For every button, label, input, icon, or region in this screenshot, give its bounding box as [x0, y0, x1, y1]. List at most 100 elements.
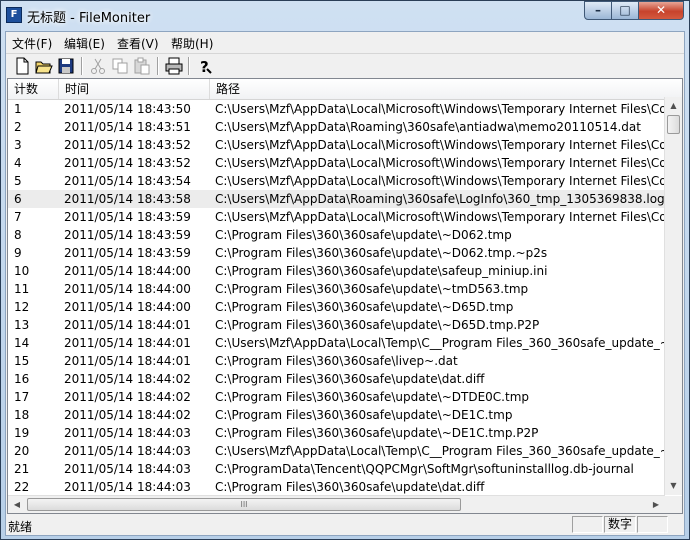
scroll-left-icon[interactable]: ◀ — [10, 497, 24, 512]
title-bar[interactable]: F 无标题 - FileMoniter – □ ✕ — [1, 1, 689, 30]
cell-index: 10 — [14, 264, 30, 278]
vertical-scrollbar[interactable]: ▲ ▼ — [664, 97, 682, 495]
table-row[interactable]: 14 2011/05/14 18:44:01 C:\Users\Mzf\AppDat… — [8, 334, 670, 352]
horizontal-scroll-thumb[interactable]: III — [27, 498, 461, 511]
table-row[interactable]: 4 2011/05/14 18:43:52 C:\Users\Mzf\AppData… — [8, 154, 670, 172]
cell-time: 2011/05/14 18:43:51 — [64, 120, 191, 134]
scroll-down-icon[interactable]: ▼ — [666, 478, 681, 494]
cell-index: 17 — [14, 390, 30, 404]
close-button[interactable]: ✕ — [638, 1, 684, 20]
vertical-scroll-thumb[interactable] — [667, 115, 680, 134]
table-row[interactable]: 16 2011/05/14 18:44:02 C:\Program Files\36… — [8, 370, 668, 388]
table-row[interactable]: 18 2011/05/14 18:44:02 C:\Program Files\36… — [8, 406, 668, 424]
maximize-button[interactable]: □ — [611, 1, 639, 20]
column-header-time[interactable]: 时间 — [59, 79, 210, 99]
list-header: 计数 时间 路径 — [8, 79, 682, 100]
cell-time: 2011/05/14 18:44:00 — [64, 282, 191, 296]
cell-index: 12 — [14, 300, 30, 314]
scroll-up-icon[interactable]: ▲ — [666, 98, 681, 114]
table-row[interactable]: 15 2011/05/14 18:44:01 C:\Program Files\36… — [8, 352, 668, 370]
app-icon[interactable]: F — [6, 7, 22, 23]
table-row[interactable]: 6 2011/05/14 18:43:58 C:\Users\Mzf\AppData… — [8, 190, 668, 208]
cell-time: 2011/05/14 18:44:02 — [64, 408, 191, 422]
cell-path: C:\Program Files\360\360safe\update\~DE1… — [215, 426, 539, 440]
cell-index: 11 — [14, 282, 30, 296]
table-row[interactable]: 11 2011/05/14 18:44:00 C:\Program Files\36… — [8, 280, 668, 298]
menu-file[interactable]: 文件(F) — [12, 35, 52, 52]
print-icon[interactable] — [164, 56, 184, 76]
cell-index: 20 — [14, 444, 30, 458]
table-row[interactable]: 8 2011/05/14 18:43:59 C:\Program Files\360… — [8, 226, 668, 244]
cell-index: 7 — [14, 210, 22, 224]
open-folder-icon[interactable] — [34, 56, 54, 76]
table-row[interactable]: 13 2011/05/14 18:44:01 C:\Program Files\36… — [8, 316, 668, 334]
cell-path: C:\Users\Mzf\AppData\Local\Microsoft\Win… — [215, 102, 670, 116]
table-row[interactable]: 2 2011/05/14 18:43:51 C:\Users\Mzf\AppData… — [8, 118, 668, 136]
list-rows: 1 2011/05/14 18:43:50 C:\Users\Mzf\AppData… — [8, 100, 670, 496]
new-file-icon[interactable] — [12, 56, 32, 76]
table-row[interactable]: 17 2011/05/14 18:44:02 C:\Program Files\36… — [8, 388, 668, 406]
cell-path: C:\Users\Mzf\AppData\Local\Microsoft\Win… — [215, 156, 670, 170]
table-row[interactable]: 20 2011/05/14 18:44:03 C:\Users\Mzf\AppDat… — [8, 442, 670, 460]
cell-time: 2011/05/14 18:44:00 — [64, 300, 191, 314]
cell-path: C:\Program Files\360\360safe\livep~.dat — [215, 354, 458, 368]
cell-index: 19 — [14, 426, 30, 440]
cell-time: 2011/05/14 18:44:03 — [64, 480, 191, 494]
menu-edit[interactable]: 编辑(E) — [64, 35, 105, 52]
cell-time: 2011/05/14 18:43:59 — [64, 228, 191, 242]
table-row[interactable]: 7 2011/05/14 18:43:59 C:\Users\Mzf\AppData… — [8, 208, 670, 226]
scrollbar-corner — [665, 496, 682, 513]
paste-icon[interactable] — [132, 56, 152, 76]
menu-help[interactable]: 帮助(H) — [171, 35, 213, 52]
table-row[interactable]: 3 2011/05/14 18:43:52 C:\Users\Mzf\AppData… — [8, 136, 670, 154]
table-row[interactable]: 12 2011/05/14 18:44:00 C:\Program Files\36… — [8, 298, 668, 316]
cell-time: 2011/05/14 18:43:59 — [64, 246, 191, 260]
status-pane-num: 数字 — [604, 516, 636, 533]
status-pane-scroll — [637, 516, 668, 533]
cell-path: C:\Program Files\360\360safe\update\dat.… — [215, 480, 485, 494]
menu-bar: 文件(F) 编辑(E) 查看(V) 帮助(H) — [6, 32, 684, 52]
table-row[interactable]: 21 2011/05/14 18:44:03 C:\ProgramData\Tenc… — [8, 460, 668, 478]
cell-path: C:\Program Files\360\360safe\update\~DTD… — [215, 390, 530, 404]
copy-icon[interactable] — [110, 56, 130, 76]
minimize-button[interactable]: – — [584, 1, 612, 20]
cut-icon[interactable] — [88, 56, 108, 76]
table-row[interactable]: 1 2011/05/14 18:43:50 C:\Users\Mzf\AppData… — [8, 100, 670, 118]
app-window: F 无标题 - FileMoniter – □ ✕ 文件(F) 编辑(E) 查看… — [0, 0, 690, 540]
help-icon[interactable]: ? — [194, 56, 214, 76]
client-area: 文件(F) 编辑(E) 查看(V) 帮助(H) ? 计数 时间 路径 1 201… — [5, 31, 685, 536]
cell-index: 2 — [14, 120, 22, 134]
cell-path: C:\Users\Mzf\AppData\Local\Microsoft\Win… — [215, 138, 670, 152]
cell-index: 18 — [14, 408, 30, 422]
cell-time: 2011/05/14 18:44:02 — [64, 390, 191, 404]
cell-index: 5 — [14, 174, 22, 188]
cell-path: C:\Users\Mzf\AppData\Local\Microsoft\Win… — [215, 210, 670, 224]
horizontal-scrollbar[interactable]: ◀ III ▶ — [8, 495, 665, 513]
table-row[interactable]: 22 2011/05/14 18:44:03 C:\Program Files\36… — [8, 478, 668, 496]
cell-time: 2011/05/14 18:44:01 — [64, 336, 191, 350]
cell-path: C:\Users\Mzf\AppData\Local\Temp\C__Progr… — [215, 336, 670, 350]
table-row[interactable]: 19 2011/05/14 18:44:03 C:\Program Files\36… — [8, 424, 668, 442]
cell-time: 2011/05/14 18:44:01 — [64, 354, 191, 368]
scroll-right-icon[interactable]: ▶ — [649, 497, 663, 512]
cell-index: 6 — [14, 192, 22, 206]
cell-index: 14 — [14, 336, 30, 350]
file-event-list[interactable]: 计数 时间 路径 1 2011/05/14 18:43:50 C:\Users\Mz… — [7, 78, 683, 514]
svg-text:?: ? — [200, 58, 209, 76]
status-pane-empty — [572, 516, 603, 533]
column-header-index[interactable]: 计数 — [8, 79, 59, 99]
cell-path: C:\Users\Mzf\AppData\Roaming\360safe\Log… — [215, 192, 665, 206]
save-icon[interactable] — [56, 56, 76, 76]
table-row[interactable]: 9 2011/05/14 18:43:59 C:\Program Files\360… — [8, 244, 668, 262]
toolbar-separator — [81, 57, 83, 75]
table-row[interactable]: 5 2011/05/14 18:43:54 C:\Users\Mzf\AppData… — [8, 172, 670, 190]
cell-index: 8 — [14, 228, 22, 242]
cell-index: 3 — [14, 138, 22, 152]
cell-time: 2011/05/14 18:44:02 — [64, 372, 191, 386]
cell-path: C:\Program Files\360\360safe\update\~D06… — [215, 246, 548, 260]
table-row[interactable]: 10 2011/05/14 18:44:00 C:\Program Files\36… — [8, 262, 668, 280]
menu-view[interactable]: 查看(V) — [117, 35, 159, 52]
column-header-path[interactable]: 路径 — [210, 79, 682, 99]
cell-time: 2011/05/14 18:43:52 — [64, 156, 191, 170]
toolbar: ? — [6, 53, 684, 79]
